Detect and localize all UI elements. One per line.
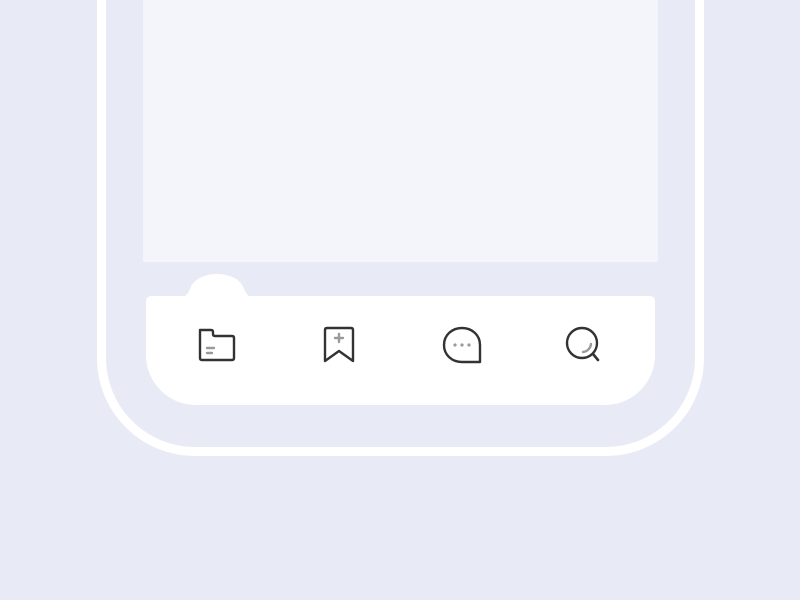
bookmark-add-icon: [323, 326, 355, 363]
search-icon: [565, 326, 600, 362]
chat-bubble-icon: [442, 326, 482, 364]
scene: [0, 0, 800, 600]
active-tab-indicator: [176, 274, 258, 299]
tab-files[interactable]: [185, 312, 249, 378]
folder-icon: [198, 328, 236, 362]
tab-chat[interactable]: [430, 312, 494, 378]
screen-content-area: [143, 0, 658, 262]
tab-search[interactable]: [552, 312, 616, 378]
tab-bookmark[interactable]: [307, 312, 371, 378]
